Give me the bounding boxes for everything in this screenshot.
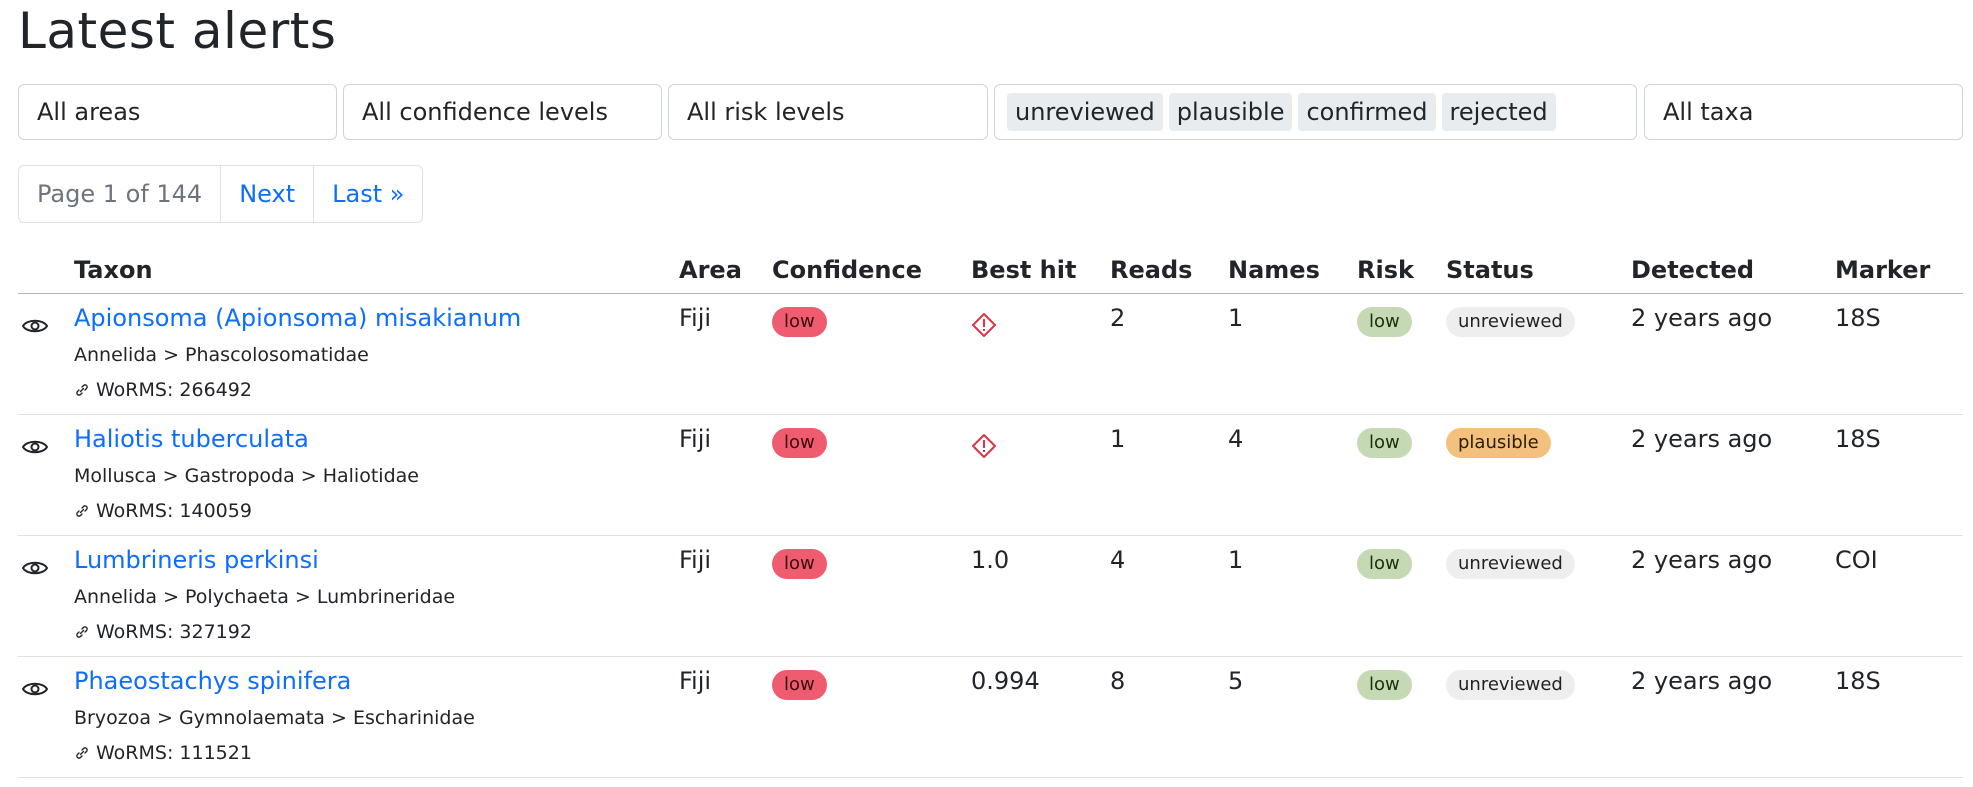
area-value: Fiji — [679, 667, 712, 695]
taxon-lineage: Mollusca > Gastropoda > Haliotidae — [74, 465, 419, 487]
reads-value: 1 — [1110, 425, 1126, 453]
pagination: Page 1 of 144 Next Last » — [18, 165, 424, 223]
confidence-badge: low — [772, 428, 827, 458]
column-header-risk[interactable]: Risk — [1357, 255, 1414, 285]
page-title: Latest alerts — [18, 2, 337, 60]
taxon-link[interactable]: Phaeostachys spinifera — [74, 666, 351, 696]
marker-value: COI — [1835, 546, 1878, 574]
table-header-divider — [18, 293, 1963, 294]
status-tag-confirmed[interactable]: confirmed — [1298, 93, 1436, 131]
link-icon — [76, 747, 88, 759]
worms-id-text: WoRMS: 327192 — [96, 621, 252, 643]
risk-badge: low — [1357, 428, 1412, 458]
taxon-lineage: Bryozoa > Gymnolaemata > Escharinidae — [74, 707, 475, 729]
detected-value: 2 years ago — [1631, 546, 1773, 574]
taxon-link[interactable]: Apionsoma (Apionsoma) misakianum — [74, 303, 521, 333]
column-header-area[interactable]: Area — [679, 255, 742, 285]
status-badge: plausible — [1446, 428, 1551, 458]
reads-value: 4 — [1110, 546, 1126, 574]
marker-value: 18S — [1835, 425, 1881, 453]
worms-id[interactable]: WoRMS: 140059 — [74, 496, 252, 526]
detected-value: 2 years ago — [1631, 425, 1773, 453]
risk-badge: low — [1357, 549, 1412, 579]
risk-filter-select[interactable]: All risk levels — [668, 84, 988, 140]
confidence-badge: low — [772, 307, 827, 337]
confidence-badge: low — [772, 549, 827, 579]
confidence-filter-value: All confidence levels — [362, 98, 608, 126]
worms-id-text: WoRMS: 111521 — [96, 742, 252, 764]
taxa-filter-select[interactable]: All taxa — [1644, 84, 1963, 140]
page-info: Page 1 of 144 — [19, 166, 222, 222]
warning-diamond-icon — [972, 434, 996, 458]
column-header-best-hit[interactable]: Best hit — [971, 255, 1076, 285]
row-divider — [18, 535, 1963, 536]
area-filter-select[interactable]: All areas — [18, 84, 337, 140]
confidence-filter-select[interactable]: All confidence levels — [343, 84, 662, 140]
status-tag-unreviewed[interactable]: unreviewed — [1007, 93, 1163, 131]
eye-icon[interactable] — [22, 680, 48, 698]
risk-badge: low — [1357, 307, 1412, 337]
status-tag-rejected[interactable]: rejected — [1441, 93, 1556, 131]
eye-icon[interactable] — [22, 438, 48, 456]
best-hit-value: 1.0 — [971, 546, 1010, 574]
table-row: Apionsoma (Apionsoma) misakianum Annelid… — [0, 303, 1973, 424]
eye-icon[interactable] — [22, 559, 48, 577]
names-value: 4 — [1228, 425, 1244, 453]
column-header-taxon[interactable]: Taxon — [74, 255, 153, 285]
area-value: Fiji — [679, 425, 712, 453]
worms-id[interactable]: WoRMS: 266492 — [74, 375, 252, 405]
detected-value: 2 years ago — [1631, 667, 1773, 695]
worms-id[interactable]: WoRMS: 327192 — [74, 617, 252, 647]
row-divider — [18, 656, 1963, 657]
risk-filter-value: All risk levels — [687, 98, 845, 126]
status-badge: unreviewed — [1446, 549, 1575, 579]
taxon-link[interactable]: Lumbrineris perkinsi — [74, 545, 319, 575]
taxa-filter-value: All taxa — [1663, 98, 1754, 126]
link-icon — [76, 505, 88, 517]
status-tag-plausible[interactable]: plausible — [1168, 93, 1293, 131]
taxon-link[interactable]: Haliotis tuberculata — [74, 424, 309, 454]
best-hit-value: 0.994 — [971, 667, 1040, 695]
confidence-badge: low — [772, 670, 827, 700]
link-icon — [76, 384, 88, 396]
eye-icon[interactable] — [22, 317, 48, 335]
last-page-button[interactable]: Last » — [314, 166, 422, 222]
warning-diamond-icon — [972, 313, 996, 337]
status-badge: unreviewed — [1446, 670, 1575, 700]
names-value: 1 — [1228, 304, 1244, 332]
area-filter-value: All areas — [37, 98, 141, 126]
worms-id-text: WoRMS: 140059 — [96, 500, 252, 522]
column-header-reads[interactable]: Reads — [1110, 255, 1192, 285]
names-value: 5 — [1228, 667, 1244, 695]
column-header-confidence[interactable]: Confidence — [772, 255, 922, 285]
next-page-button[interactable]: Next — [221, 166, 315, 222]
names-value: 1 — [1228, 546, 1244, 574]
row-divider — [18, 414, 1963, 415]
table-row: Phaeostachys spinifera Bryozoa > Gymnola… — [0, 666, 1973, 787]
risk-badge: low — [1357, 670, 1412, 700]
taxon-lineage: Annelida > Polychaeta > Lumbrineridae — [74, 586, 456, 608]
marker-value: 18S — [1835, 667, 1881, 695]
reads-value: 8 — [1110, 667, 1126, 695]
status-badge: unreviewed — [1446, 307, 1575, 337]
taxon-lineage: Annelida > Phascolosomatidae — [74, 344, 369, 366]
reads-value: 2 — [1110, 304, 1126, 332]
marker-value: 18S — [1835, 304, 1881, 332]
column-header-status[interactable]: Status — [1446, 255, 1534, 285]
column-header-detected[interactable]: Detected — [1631, 255, 1754, 285]
column-header-names[interactable]: Names — [1228, 255, 1320, 285]
worms-id-text: WoRMS: 266492 — [96, 379, 252, 401]
area-value: Fiji — [679, 304, 712, 332]
area-value: Fiji — [679, 546, 712, 574]
worms-id[interactable]: WoRMS: 111521 — [74, 738, 252, 768]
table-row: Haliotis tuberculata Mollusca > Gastropo… — [0, 424, 1973, 545]
table-row: Lumbrineris perkinsi Annelida > Polychae… — [0, 545, 1973, 666]
link-icon — [76, 626, 88, 638]
status-filter-multiselect[interactable]: unreviewed plausible confirmed rejected — [994, 84, 1637, 140]
column-header-marker[interactable]: Marker — [1835, 255, 1930, 285]
detected-value: 2 years ago — [1631, 304, 1773, 332]
